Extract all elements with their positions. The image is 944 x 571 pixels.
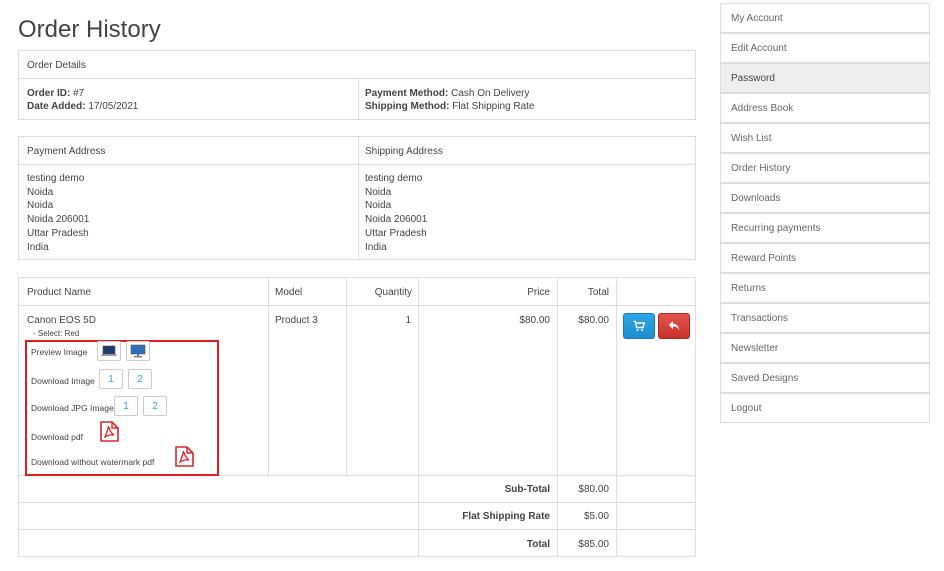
cart-icon: [633, 320, 645, 331]
shipping-label: Flat Shipping Rate: [462, 511, 550, 522]
pdf-icon[interactable]: [100, 421, 119, 442]
sidebar-item-password[interactable]: Password: [720, 63, 930, 93]
date-added: Date Added: 17/05/2021: [27, 101, 139, 112]
download-image-label: Download Image: [31, 376, 95, 386]
product-quantity: 1: [405, 315, 411, 326]
col-quantity: Quantity: [374, 287, 412, 298]
sidebar-item-edit-account[interactable]: Edit Account: [720, 33, 930, 63]
product-name: Canon EOS 5D: [27, 315, 96, 326]
download-pdf-label: Download pdf: [31, 432, 83, 442]
preview-thumb-2[interactable]: [126, 341, 150, 361]
download-jpg-1-button[interactable]: 1: [114, 396, 138, 416]
download-jpg-2-button[interactable]: 2: [143, 396, 167, 416]
download-image-2-button[interactable]: 2: [128, 369, 152, 389]
order-details-table: Order Details Order ID: #7 Date Added: 1…: [18, 50, 696, 120]
total-value: $85.00: [578, 539, 609, 550]
sidebar-item-wish-list[interactable]: Wish List: [720, 123, 930, 153]
payment-method: Payment Method: Cash On Delivery: [365, 88, 530, 99]
col-price: Price: [527, 287, 550, 298]
col-model: Model: [275, 287, 303, 298]
subtotal-value: $80.00: [578, 484, 609, 495]
order-id: Order ID: #7: [27, 88, 85, 99]
payment-address-heading: Payment Address: [27, 146, 106, 157]
preview-image-label: Preview Image: [31, 347, 88, 357]
order-details-heading: Order Details: [27, 60, 86, 71]
col-product-name: Product Name: [27, 287, 91, 298]
sidebar-item-reward-points[interactable]: Reward Points: [720, 243, 930, 273]
reorder-button[interactable]: [623, 313, 655, 339]
sidebar-item-address-book[interactable]: Address Book: [720, 93, 930, 123]
page-title: Order History: [18, 16, 161, 43]
shipping-method: Shipping Method: Flat Shipping Rate: [365, 101, 535, 112]
shipping-address: testing demo Noida Noida Noida 206001 Ut…: [365, 173, 428, 253]
addresses-table: Payment Address Shipping Address testing…: [18, 136, 696, 260]
preview-thumb-1[interactable]: [97, 341, 121, 361]
download-image-1-button[interactable]: 1: [99, 369, 123, 389]
return-button[interactable]: [658, 313, 690, 339]
product-model: Product 3: [275, 315, 318, 326]
download-without-watermark-pdf-label: Download without watermark pdf: [31, 457, 155, 467]
reply-icon: [668, 321, 680, 331]
product-price: $80.00: [519, 315, 550, 326]
shipping-value: $5.00: [583, 511, 609, 522]
total-label: Total: [526, 539, 550, 550]
sidebar-item-newsletter[interactable]: Newsletter: [720, 333, 930, 363]
monitor-icon: [130, 344, 146, 358]
payment-address: testing demo Noida Noida Noida 206001 Ut…: [27, 173, 90, 253]
product-total: $80.00: [578, 315, 609, 326]
sidebar-item-downloads[interactable]: Downloads: [720, 183, 930, 213]
subtotal-label: Sub-Total: [504, 484, 550, 495]
sidebar-item-saved-designs[interactable]: Saved Designs: [720, 363, 930, 393]
sidebar-item-order-history[interactable]: Order History: [720, 153, 930, 183]
sidebar-item-transactions[interactable]: Transactions: [720, 303, 930, 333]
sidebar-item-returns[interactable]: Returns: [720, 273, 930, 303]
monitor-icon: [101, 345, 117, 356]
sidebar-item-logout[interactable]: Logout: [720, 393, 930, 423]
sidebar-item-my-account[interactable]: My Account: [720, 3, 930, 33]
col-total: Total: [587, 287, 609, 298]
shipping-address-heading: Shipping Address: [365, 146, 443, 157]
pdf-icon[interactable]: [175, 446, 194, 467]
product-option: - Select: Red: [33, 329, 80, 338]
download-jpg-image-label: Download JPG Image: [31, 403, 114, 413]
sidebar-item-recurring-payments[interactable]: Recurring payments: [720, 213, 930, 243]
